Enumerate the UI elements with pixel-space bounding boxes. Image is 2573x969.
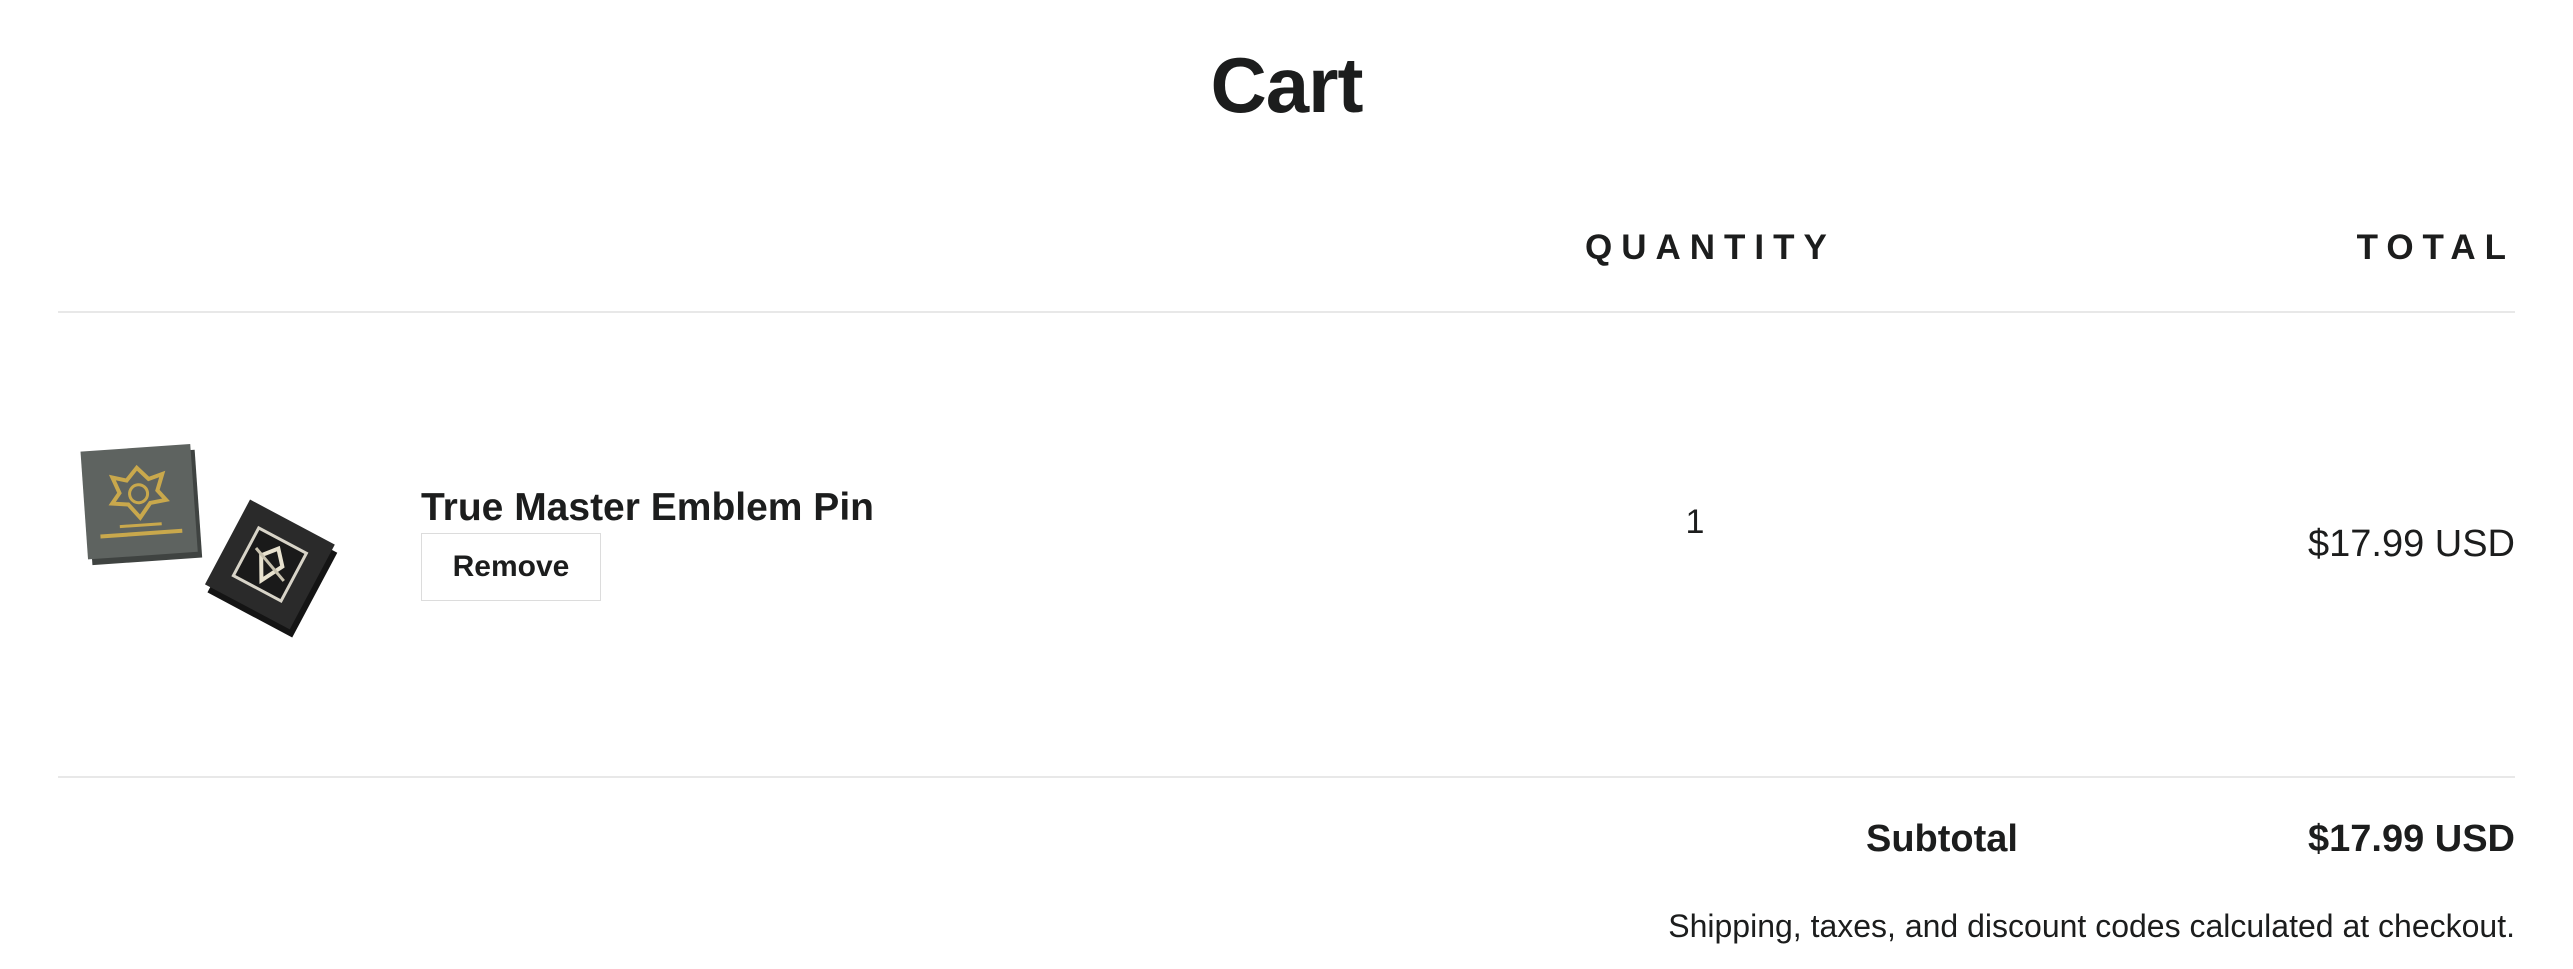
header-divider — [58, 311, 2515, 313]
remove-button[interactable]: Remove — [421, 533, 601, 601]
total-column-header: TOTAL — [2356, 228, 2515, 267]
quantity-value: 1 — [1685, 503, 1705, 541]
subtotal-value: $17.99 USD — [2307, 818, 2515, 860]
checkout-note: Shipping, taxes, and discount codes calc… — [1668, 908, 2515, 944]
cart-page: Cart QUANTITY TOTAL True Master Emblem P… — [0, 0, 2573, 969]
pin-box-image — [80, 444, 338, 638]
page-title: Cart — [1210, 41, 1363, 129]
product-title-link[interactable]: True Master Emblem Pin — [421, 486, 874, 530]
items-divider — [58, 776, 2515, 778]
product-image[interactable] — [80, 440, 350, 640]
line-item-total: $17.99 USD — [2307, 523, 2515, 565]
subtotal-label: Subtotal — [1866, 818, 2018, 860]
quantity-column-header: QUANTITY — [1585, 228, 1836, 267]
